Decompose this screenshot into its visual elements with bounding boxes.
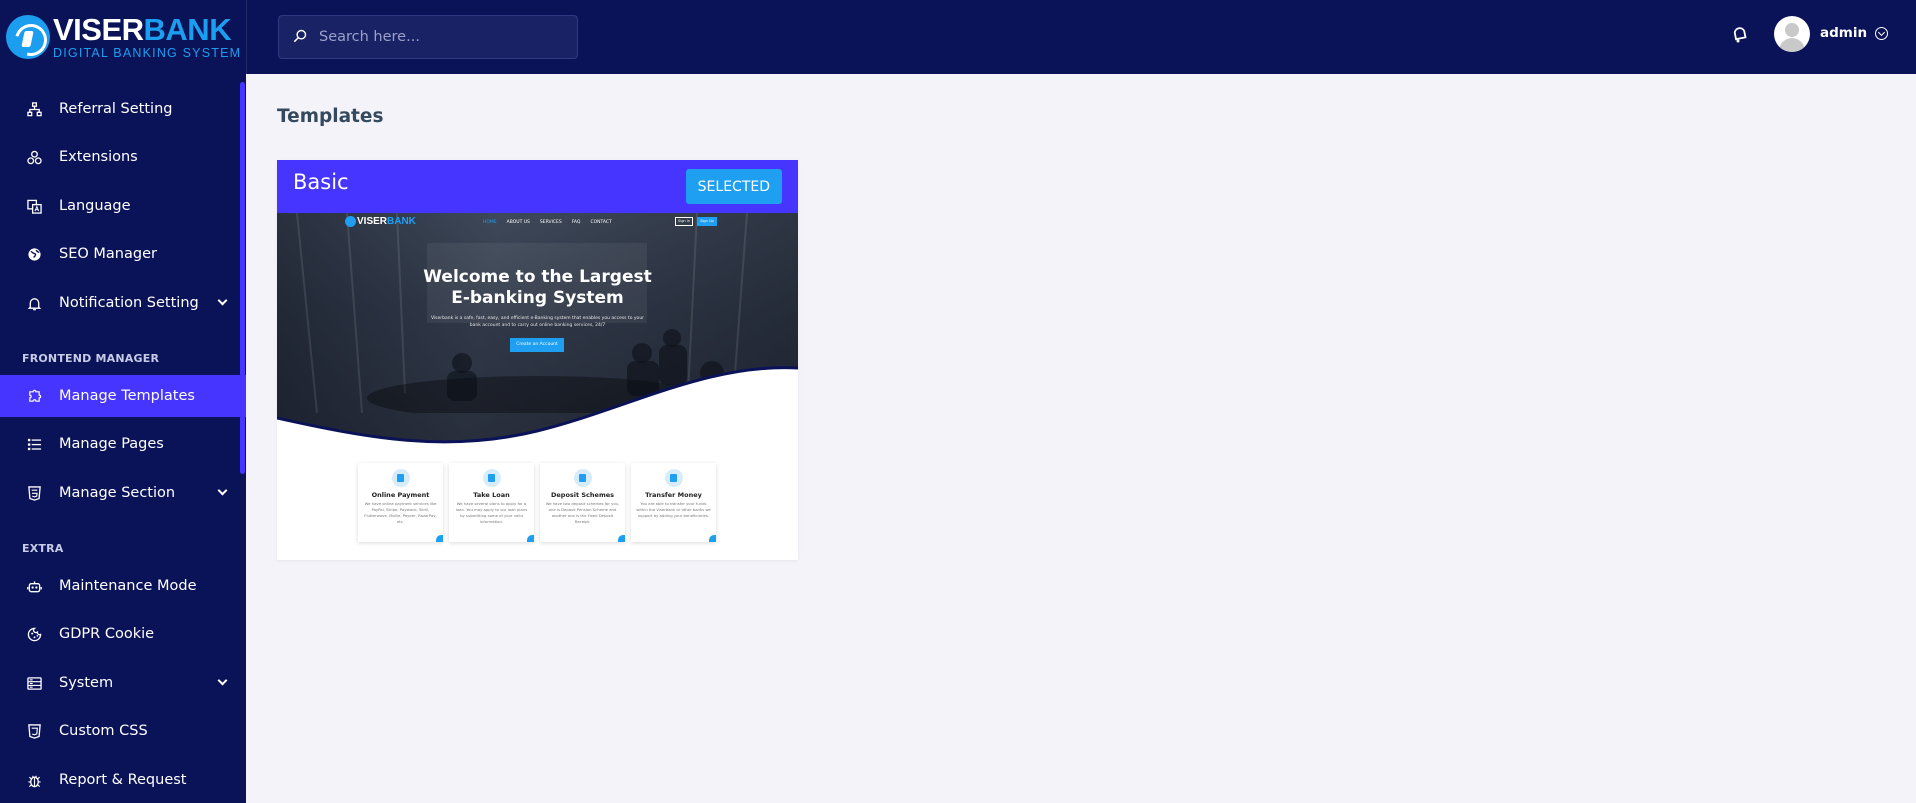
preview-service-text: We have two deposit schemes for you, one… [545, 501, 620, 524]
sidebar-item-label: Referral Setting [59, 101, 173, 117]
bug-icon [26, 772, 42, 788]
css3-icon [26, 723, 42, 739]
preview-nav-links: HOME ABOUT US SERVICES FAQ CONTACT [483, 220, 612, 225]
brand-tagline: DIGITAL BANKING SYSTEM [53, 46, 242, 61]
search-input[interactable] [319, 29, 559, 45]
sidebar-item-report-request[interactable]: Report & Request [0, 759, 246, 801]
list-icon [26, 436, 42, 452]
sidebar-item-system[interactable]: System [0, 662, 246, 704]
preview-service-card: Transfer Money You are able to transfer … [631, 463, 716, 542]
preview-logo: VISERBANK [357, 216, 416, 227]
preview-logo-white: VISER [357, 216, 388, 227]
sidebar-item-referral-setting[interactable]: Referral Setting [0, 88, 246, 130]
sitemap-icon [26, 101, 42, 117]
sidebar: VISERBANK DIGITAL BANKING SYSTEM Referra… [0, 0, 246, 803]
loan-icon [482, 469, 501, 487]
bell-icon [26, 295, 42, 311]
sidebar-item-manage-section[interactable]: Manage Section [0, 472, 246, 514]
preview-logo-blue: BANK [387, 216, 416, 227]
sidebar-heading-extra: EXTRA [22, 542, 64, 555]
template-card-header: Basic SELECTED [277, 160, 798, 213]
server-icon [26, 675, 42, 691]
preview-sign-up: Sign Up [697, 217, 717, 226]
deposit-icon [573, 469, 592, 487]
preview-service-text: We have online payment services like Pay… [364, 501, 437, 524]
preview-nav-link: SERVICES [539, 220, 562, 225]
sidebar-item-gdpr-cookie[interactable]: GDPR Cookie [0, 613, 246, 655]
sidebar-item-label: Language [59, 198, 131, 214]
template-card: Basic SELECTED VISERBANK HOME ABOUT US S… [277, 160, 798, 560]
selected-button[interactable]: SELECTED [685, 169, 782, 204]
preview-logo-icon [345, 216, 356, 227]
preview-service-title: Online Payment [371, 491, 430, 499]
preview-service-card: Online Payment We have online payment se… [358, 463, 443, 542]
cogs-icon [26, 149, 42, 165]
preview-service-cards: Online Payment We have online payment se… [358, 463, 716, 542]
sidebar-item-label: Manage Section [59, 485, 176, 501]
chevron-down-icon [217, 675, 228, 686]
page-title: Templates [277, 106, 384, 127]
sidebar-item-language[interactable]: Language [0, 185, 246, 227]
sidebar-item-label: System [59, 675, 114, 691]
brand-logo[interactable]: VISERBANK DIGITAL BANKING SYSTEM [0, 0, 246, 74]
globe-icon [26, 246, 42, 262]
preview-sign-in: Sign In [675, 217, 693, 226]
chevron-down-icon [217, 485, 228, 496]
chevron-down-circle-icon[interactable] [1875, 27, 1888, 40]
brand-name-white: VISER [53, 12, 144, 48]
sidebar-item-label: Notification Setting [59, 295, 199, 311]
preview-subtext: Viserbank is a safe, fast, easy, and eff… [430, 316, 645, 328]
avatar[interactable] [1774, 16, 1810, 52]
preview-service-title: Transfer Money [645, 491, 702, 499]
notification-bell-icon[interactable] [1730, 24, 1750, 44]
sidebar-item-label: Maintenance Mode [59, 578, 197, 594]
preview-service-title: Deposit Schemes [550, 491, 614, 499]
template-preview-image: VISERBANK HOME ABOUT US SERVICES FAQ CON… [277, 213, 798, 560]
robot-icon [26, 578, 42, 594]
transfer-icon [664, 469, 683, 487]
sidebar-item-extensions[interactable]: Extensions [0, 136, 246, 178]
sidebar-item-manage-templates[interactable]: Manage Templates [0, 375, 246, 417]
preview-nav-link: FAQ [571, 220, 581, 225]
brand-name-blue: BANK [143, 12, 232, 48]
sidebar-item-custom-css[interactable]: Custom CSS [0, 710, 246, 752]
puzzle-icon [26, 388, 42, 404]
top-navbar: admin [246, 0, 1916, 74]
cookie-icon [26, 626, 42, 642]
search-box[interactable] [278, 15, 578, 59]
preview-headline: Welcome to the Largest E-banking System [277, 267, 798, 309]
payment-icon [391, 469, 410, 487]
preview-wave-divider [277, 366, 798, 473]
preview-nav-link: HOME [483, 220, 497, 225]
preview-service-text: You are able to transfer your funds with… [636, 501, 711, 518]
sidebar-item-notification-setting[interactable]: Notification Setting [0, 282, 246, 324]
user-name[interactable]: admin [1820, 25, 1867, 41]
sidebar-item-label: GDPR Cookie [59, 626, 155, 642]
language-icon [26, 198, 42, 214]
chevron-down-icon [217, 295, 228, 306]
viserbank-logo-icon [6, 15, 50, 59]
preview-service-title: Take Loan [473, 491, 510, 499]
preview-service-card: Take Loan We have several plans to apply… [449, 463, 534, 542]
preview-service-text: We have several plans to apply for a loa… [455, 501, 528, 524]
sidebar-item-manage-pages[interactable]: Manage Pages [0, 423, 246, 465]
preview-service-card: Deposit Schemes We have two deposit sche… [540, 463, 625, 542]
preview-headline-line2: E-banking System [451, 288, 624, 308]
sidebar-heading-frontend: FRONTEND MANAGER [22, 352, 160, 365]
sidebar-item-label: Report & Request [59, 772, 187, 788]
template-name: Basic [293, 170, 349, 194]
sidebar-item-label: Manage Pages [59, 436, 164, 452]
sidebar-item-seo-manager[interactable]: SEO Manager [0, 233, 246, 275]
search-icon [293, 28, 307, 47]
html5-icon [26, 485, 42, 501]
sidebar-item-label: Custom CSS [59, 723, 148, 739]
preview-headline-line1: Welcome to the Largest [423, 267, 652, 287]
preview-navbar: VISERBANK HOME ABOUT US SERVICES FAQ CON… [277, 213, 798, 235]
sidebar-item-label: Manage Templates [59, 388, 195, 404]
sidebar-item-label: SEO Manager [59, 246, 157, 262]
sidebar-item-label: Extensions [59, 149, 138, 165]
preview-nav-link: CONTACT [590, 220, 612, 225]
preview-nav-link: ABOUT US [506, 220, 530, 225]
sidebar-item-maintenance-mode[interactable]: Maintenance Mode [0, 565, 246, 607]
